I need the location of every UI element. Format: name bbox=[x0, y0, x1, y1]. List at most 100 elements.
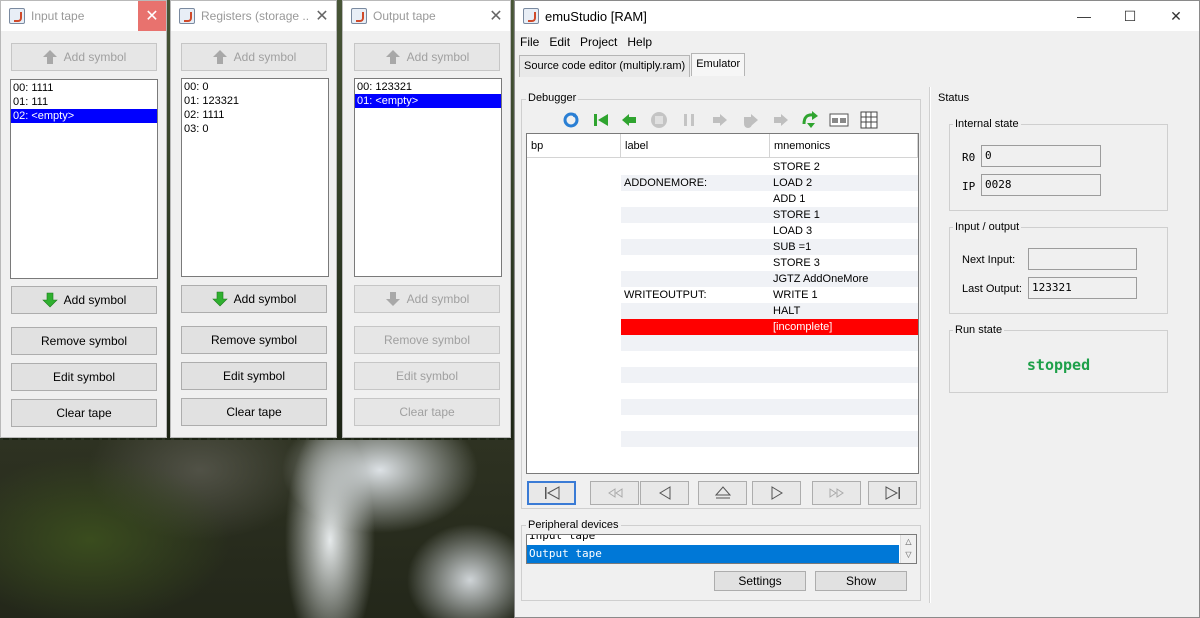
settings-button[interactable]: Settings bbox=[714, 571, 806, 591]
run-icon[interactable] bbox=[710, 110, 730, 130]
table-row[interactable]: STORE 1 bbox=[527, 207, 918, 223]
table-view-icon[interactable] bbox=[859, 110, 879, 130]
clear-tape-button[interactable]: Clear tape bbox=[181, 398, 327, 426]
table-row[interactable]: SUB =1 bbox=[527, 239, 918, 255]
nav-first-button[interactable] bbox=[527, 481, 576, 505]
remove-symbol-button[interactable]: Remove symbol bbox=[11, 327, 157, 355]
nav-page-forward-button[interactable] bbox=[812, 481, 861, 505]
table-row-empty[interactable] bbox=[527, 351, 918, 367]
menu-file[interactable]: File bbox=[515, 32, 544, 52]
list-item[interactable]: 00: 123321 bbox=[355, 80, 501, 94]
button-label: Settings bbox=[738, 574, 782, 588]
minimize-icon[interactable]: — bbox=[1061, 1, 1107, 31]
edit-symbol-button[interactable]: Edit symbol bbox=[181, 362, 327, 390]
r0-field[interactable]: 0 bbox=[981, 145, 1101, 167]
tab-source-editor[interactable]: Source code editor (multiply.ram) bbox=[519, 55, 691, 77]
close-icon[interactable]: ✕ bbox=[1153, 1, 1199, 31]
table-row-empty[interactable] bbox=[527, 399, 918, 415]
list-item[interactable]: Input tape bbox=[529, 535, 595, 542]
input-tape-titlebar[interactable]: Input tape ✕ bbox=[1, 1, 166, 31]
step-over-icon[interactable] bbox=[801, 110, 821, 130]
step-forward-icon[interactable] bbox=[771, 110, 791, 130]
list-item[interactable]: 01: 123321 bbox=[182, 94, 328, 108]
show-button[interactable]: Show bbox=[815, 571, 907, 591]
table-row[interactable]: JGTZ AddOneMore bbox=[527, 271, 918, 287]
refresh-icon[interactable] bbox=[561, 110, 581, 130]
menu-help[interactable]: Help bbox=[622, 32, 657, 52]
nav-forward-button[interactable] bbox=[752, 481, 801, 505]
list-item[interactable]: 00: 1111 bbox=[11, 81, 157, 95]
peripheral-list[interactable]: Input tape Output tape △ ▽ bbox=[526, 534, 917, 564]
chevron-up-icon[interactable]: △ bbox=[901, 535, 916, 548]
list-item[interactable]: 01: 111 bbox=[11, 95, 157, 109]
table-row-empty[interactable] bbox=[527, 367, 918, 383]
nav-back-button[interactable] bbox=[640, 481, 689, 505]
fast-back-icon bbox=[607, 488, 622, 498]
add-symbol-top-button[interactable]: Add symbol bbox=[354, 43, 500, 71]
peripheral-scrollbar[interactable]: △ ▽ bbox=[900, 535, 916, 563]
list-item[interactable]: 00: 0 bbox=[182, 80, 328, 94]
column-mnemonics[interactable]: mnemonics bbox=[770, 134, 918, 158]
split-divider[interactable] bbox=[929, 87, 931, 603]
go-to-start-icon[interactable] bbox=[591, 110, 611, 130]
table-row-empty[interactable] bbox=[527, 415, 918, 431]
table-row-empty[interactable] bbox=[527, 447, 918, 463]
add-symbol-bottom-button[interactable]: Add symbol bbox=[11, 286, 157, 314]
debugger-table[interactable]: bp label mnemonics STORE 2 ADDONEMORE: LOA… bbox=[526, 133, 919, 474]
close-icon[interactable]: ✕ bbox=[308, 1, 336, 31]
table-row[interactable]: ADD 1 bbox=[527, 191, 918, 207]
table-row-empty[interactable] bbox=[527, 431, 918, 447]
table-row-empty[interactable] bbox=[527, 383, 918, 399]
edit-symbol-button[interactable]: Edit symbol bbox=[11, 363, 157, 391]
table-row[interactable]: LOAD 3 bbox=[527, 223, 918, 239]
table-row[interactable]: STORE 3 bbox=[527, 255, 918, 271]
menu-edit[interactable]: Edit bbox=[544, 32, 575, 52]
column-bp[interactable]: bp bbox=[527, 134, 621, 158]
remove-symbol-button[interactable]: Remove symbol bbox=[354, 326, 500, 354]
table-row[interactable]: HALT bbox=[527, 303, 918, 319]
table-row-error[interactable]: [incomplete] bbox=[527, 319, 918, 335]
menu-project[interactable]: Project bbox=[575, 32, 622, 52]
remove-symbol-button[interactable]: Remove symbol bbox=[181, 326, 327, 354]
clear-tape-button[interactable]: Clear tape bbox=[11, 399, 157, 427]
next-input-field[interactable] bbox=[1028, 248, 1137, 270]
list-item-selected[interactable]: Output tape bbox=[527, 545, 899, 563]
output-tape-list[interactable]: 00: 123321 01: <empty> bbox=[354, 78, 502, 277]
add-symbol-top-button[interactable]: Add symbol bbox=[181, 43, 327, 71]
column-label[interactable]: label bbox=[621, 134, 770, 158]
output-tape-titlebar[interactable]: Output tape ✕ bbox=[343, 1, 510, 31]
nav-page-back-button[interactable] bbox=[590, 481, 639, 505]
nav-last-button[interactable] bbox=[868, 481, 917, 505]
add-symbol-bottom-button[interactable]: Add symbol bbox=[181, 285, 327, 313]
table-row[interactable]: STORE 2 bbox=[527, 159, 918, 175]
table-row[interactable]: WRITEOUTPUT: WRITE 1 bbox=[527, 287, 918, 303]
table-row-empty[interactable] bbox=[527, 335, 918, 351]
input-tape-list[interactable]: 00: 1111 01: 111 02: <empty> bbox=[10, 79, 158, 279]
list-item[interactable]: 03: 0 bbox=[182, 122, 328, 136]
add-symbol-top-button[interactable]: Add symbol bbox=[11, 43, 157, 71]
close-icon[interactable]: ✕ bbox=[138, 1, 166, 31]
maximize-icon[interactable]: ☐ bbox=[1107, 1, 1153, 31]
close-icon[interactable]: ✕ bbox=[482, 1, 510, 31]
list-item[interactable]: 02: 1111 bbox=[182, 108, 328, 122]
stop-icon[interactable] bbox=[649, 110, 669, 130]
registers-list[interactable]: 00: 0 01: 123321 02: 1111 03: 0 bbox=[181, 78, 329, 277]
clear-tape-button[interactable]: Clear tape bbox=[354, 398, 500, 426]
table-row[interactable]: ADDONEMORE: LOAD 2 bbox=[527, 175, 918, 191]
ip-field[interactable]: 0028 bbox=[981, 174, 1101, 196]
row-label: ADDONEMORE: bbox=[624, 177, 708, 189]
step-back-icon[interactable] bbox=[619, 110, 639, 130]
list-item-selected[interactable]: 02: <empty> bbox=[11, 109, 157, 123]
main-titlebar[interactable]: emuStudio [RAM] — ☐ ✕ bbox=[515, 1, 1199, 31]
edit-symbol-button[interactable]: Edit symbol bbox=[354, 362, 500, 390]
nav-current-button[interactable] bbox=[698, 481, 747, 505]
tab-emulator[interactable]: Emulator bbox=[691, 53, 746, 76]
chevron-down-icon[interactable]: ▽ bbox=[901, 548, 916, 561]
list-item-selected[interactable]: 01: <empty> bbox=[355, 94, 501, 108]
pause-icon[interactable] bbox=[679, 110, 699, 130]
add-symbol-bottom-button[interactable]: Add symbol bbox=[354, 285, 500, 313]
registers-titlebar[interactable]: Registers (storage ... ✕ bbox=[171, 1, 336, 31]
memory-icon[interactable] bbox=[829, 110, 849, 130]
last-output-field[interactable]: 123321 bbox=[1028, 277, 1137, 299]
run-timed-icon[interactable] bbox=[741, 110, 761, 130]
